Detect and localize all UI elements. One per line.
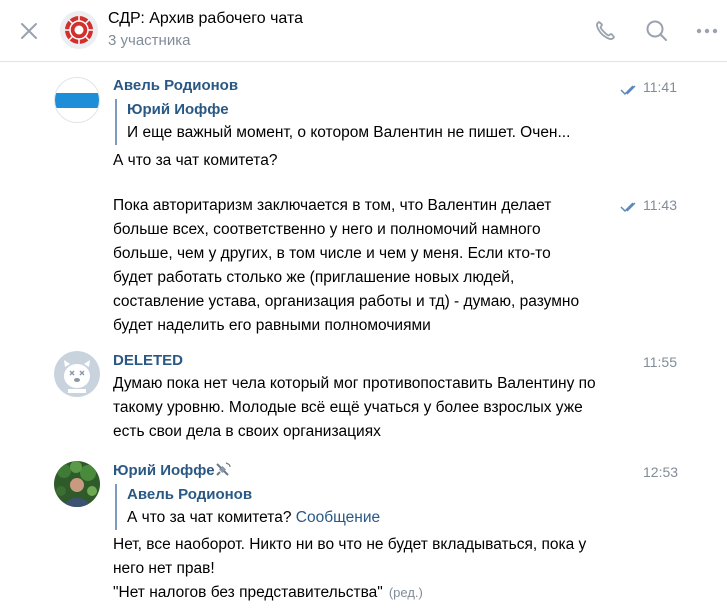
reply-text: И еще важный момент, о котором Валентин … [127, 124, 571, 141]
reply-text: А что за чат комитета? Сообщение [127, 509, 381, 526]
avatar[interactable] [54, 77, 100, 123]
read-checkmark-icon [620, 200, 640, 213]
read-checkmark-icon [620, 83, 640, 96]
search-icon[interactable] [642, 16, 672, 46]
avatar[interactable] [54, 461, 100, 507]
reply-quote[interactable]: Авель Родионов А что за чат комитета? Со… [115, 484, 380, 530]
avatar[interactable] [54, 351, 100, 397]
message-text: А что за чат комитета? [113, 152, 278, 169]
chat-header: СДР: Архив рабочего чата 3 участника [0, 0, 727, 62]
message-text: Пока авторитаризм заключается в том, что… [113, 197, 580, 334]
message-time: 11:41 [643, 79, 677, 95]
message-author[interactable]: Юрий Иоффе [113, 462, 215, 479]
chat-title[interactable]: СДР: Архив рабочего чата [108, 10, 303, 28]
satellite-icon [214, 461, 232, 479]
edited-label: (ред.) [388, 585, 423, 600]
message-time: 12:53 [643, 464, 679, 480]
message-feed: Авель Родионов 11:41 Юрий Иоффе И еще ва… [0, 63, 727, 612]
message-time: 11:43 [643, 197, 677, 213]
reply-link[interactable]: Сообщение [296, 509, 380, 526]
message-text: Думаю пока нет чела который мог противоп… [113, 375, 596, 440]
reply-author: Юрий Иоффе [127, 101, 229, 118]
message-author[interactable]: Авель Родионов [113, 77, 238, 94]
message-time: 11:55 [643, 354, 677, 370]
message-text: Нет, все наоборот. Никто ни во что не бу… [113, 536, 587, 601]
chat-avatar[interactable] [60, 11, 98, 49]
message-author[interactable]: DELETED [113, 352, 183, 369]
phone-icon[interactable] [590, 16, 620, 46]
more-icon[interactable] [692, 16, 722, 46]
reply-author: Авель Родионов [127, 486, 253, 503]
close-icon[interactable] [14, 16, 44, 46]
participants-count[interactable]: 3 участника [108, 32, 190, 49]
reply-quote[interactable]: Юрий Иоффе И еще важный момент, о которо… [115, 99, 570, 145]
